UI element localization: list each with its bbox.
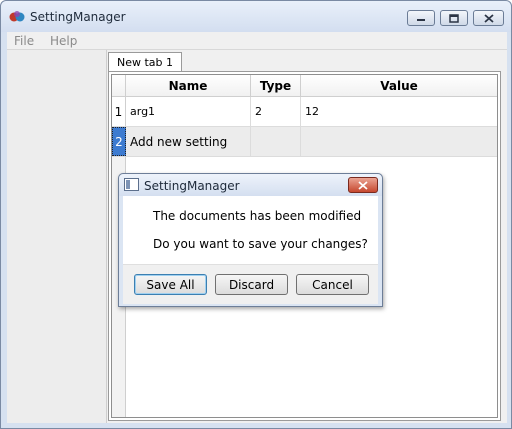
cell-add-new-setting[interactable]: Add new setting xyxy=(126,127,251,156)
save-changes-dialog: SettingManager The documents has been mo… xyxy=(118,173,383,307)
tab-new-tab-1[interactable]: New tab 1 xyxy=(108,52,182,72)
column-header-type[interactable]: Type xyxy=(251,75,301,97)
dialog-title: SettingManager xyxy=(144,179,240,193)
cell-value[interactable]: 12 xyxy=(301,97,497,126)
left-pane xyxy=(7,50,107,423)
column-header-value[interactable]: Value xyxy=(301,75,497,97)
table-corner[interactable] xyxy=(112,75,126,97)
dialog-app-icon xyxy=(124,178,139,191)
dialog-message-question: Do you want to save your changes? xyxy=(153,237,368,251)
close-icon xyxy=(483,13,494,23)
cell-name[interactable]: arg1 xyxy=(126,97,251,126)
table-row[interactable]: 1 arg1 2 12 xyxy=(112,97,497,127)
minimize-button[interactable] xyxy=(407,10,435,26)
minimize-icon xyxy=(417,19,425,21)
row-header-selected[interactable]: 2 xyxy=(112,127,126,156)
maximize-icon xyxy=(449,13,459,23)
cell-type[interactable] xyxy=(251,127,301,156)
main-window: SettingManager File Help New tab 1 Name … xyxy=(0,0,512,429)
dialog-body: The documents has been modified Do you w… xyxy=(123,196,378,304)
maximize-button[interactable] xyxy=(440,10,468,26)
window-title: SettingManager xyxy=(30,10,126,24)
table-row-add-new[interactable]: 2 Add new setting xyxy=(112,127,497,157)
cell-type[interactable]: 2 xyxy=(251,97,301,126)
cancel-button[interactable]: Cancel xyxy=(296,274,369,295)
row-header[interactable]: 1 xyxy=(112,97,126,126)
title-bar[interactable]: SettingManager xyxy=(1,1,511,32)
column-header-name[interactable]: Name xyxy=(126,75,251,97)
menu-help[interactable]: Help xyxy=(50,34,77,48)
cell-value[interactable] xyxy=(301,127,497,156)
setting-manager-app-icon xyxy=(9,11,25,22)
dialog-close-icon xyxy=(358,180,368,190)
dialog-title-bar[interactable]: SettingManager xyxy=(119,174,382,196)
discard-button[interactable]: Discard xyxy=(215,274,288,295)
dialog-button-row: Save All Discard Cancel xyxy=(123,264,378,304)
dialog-close-button[interactable] xyxy=(348,177,378,193)
dialog-message-modified: The documents has been modified xyxy=(153,209,362,223)
save-all-button[interactable]: Save All xyxy=(134,274,207,295)
menu-bar: File Help xyxy=(7,32,507,50)
tab-label: New tab 1 xyxy=(116,56,174,69)
menu-file[interactable]: File xyxy=(14,34,34,48)
close-button[interactable] xyxy=(473,10,504,26)
